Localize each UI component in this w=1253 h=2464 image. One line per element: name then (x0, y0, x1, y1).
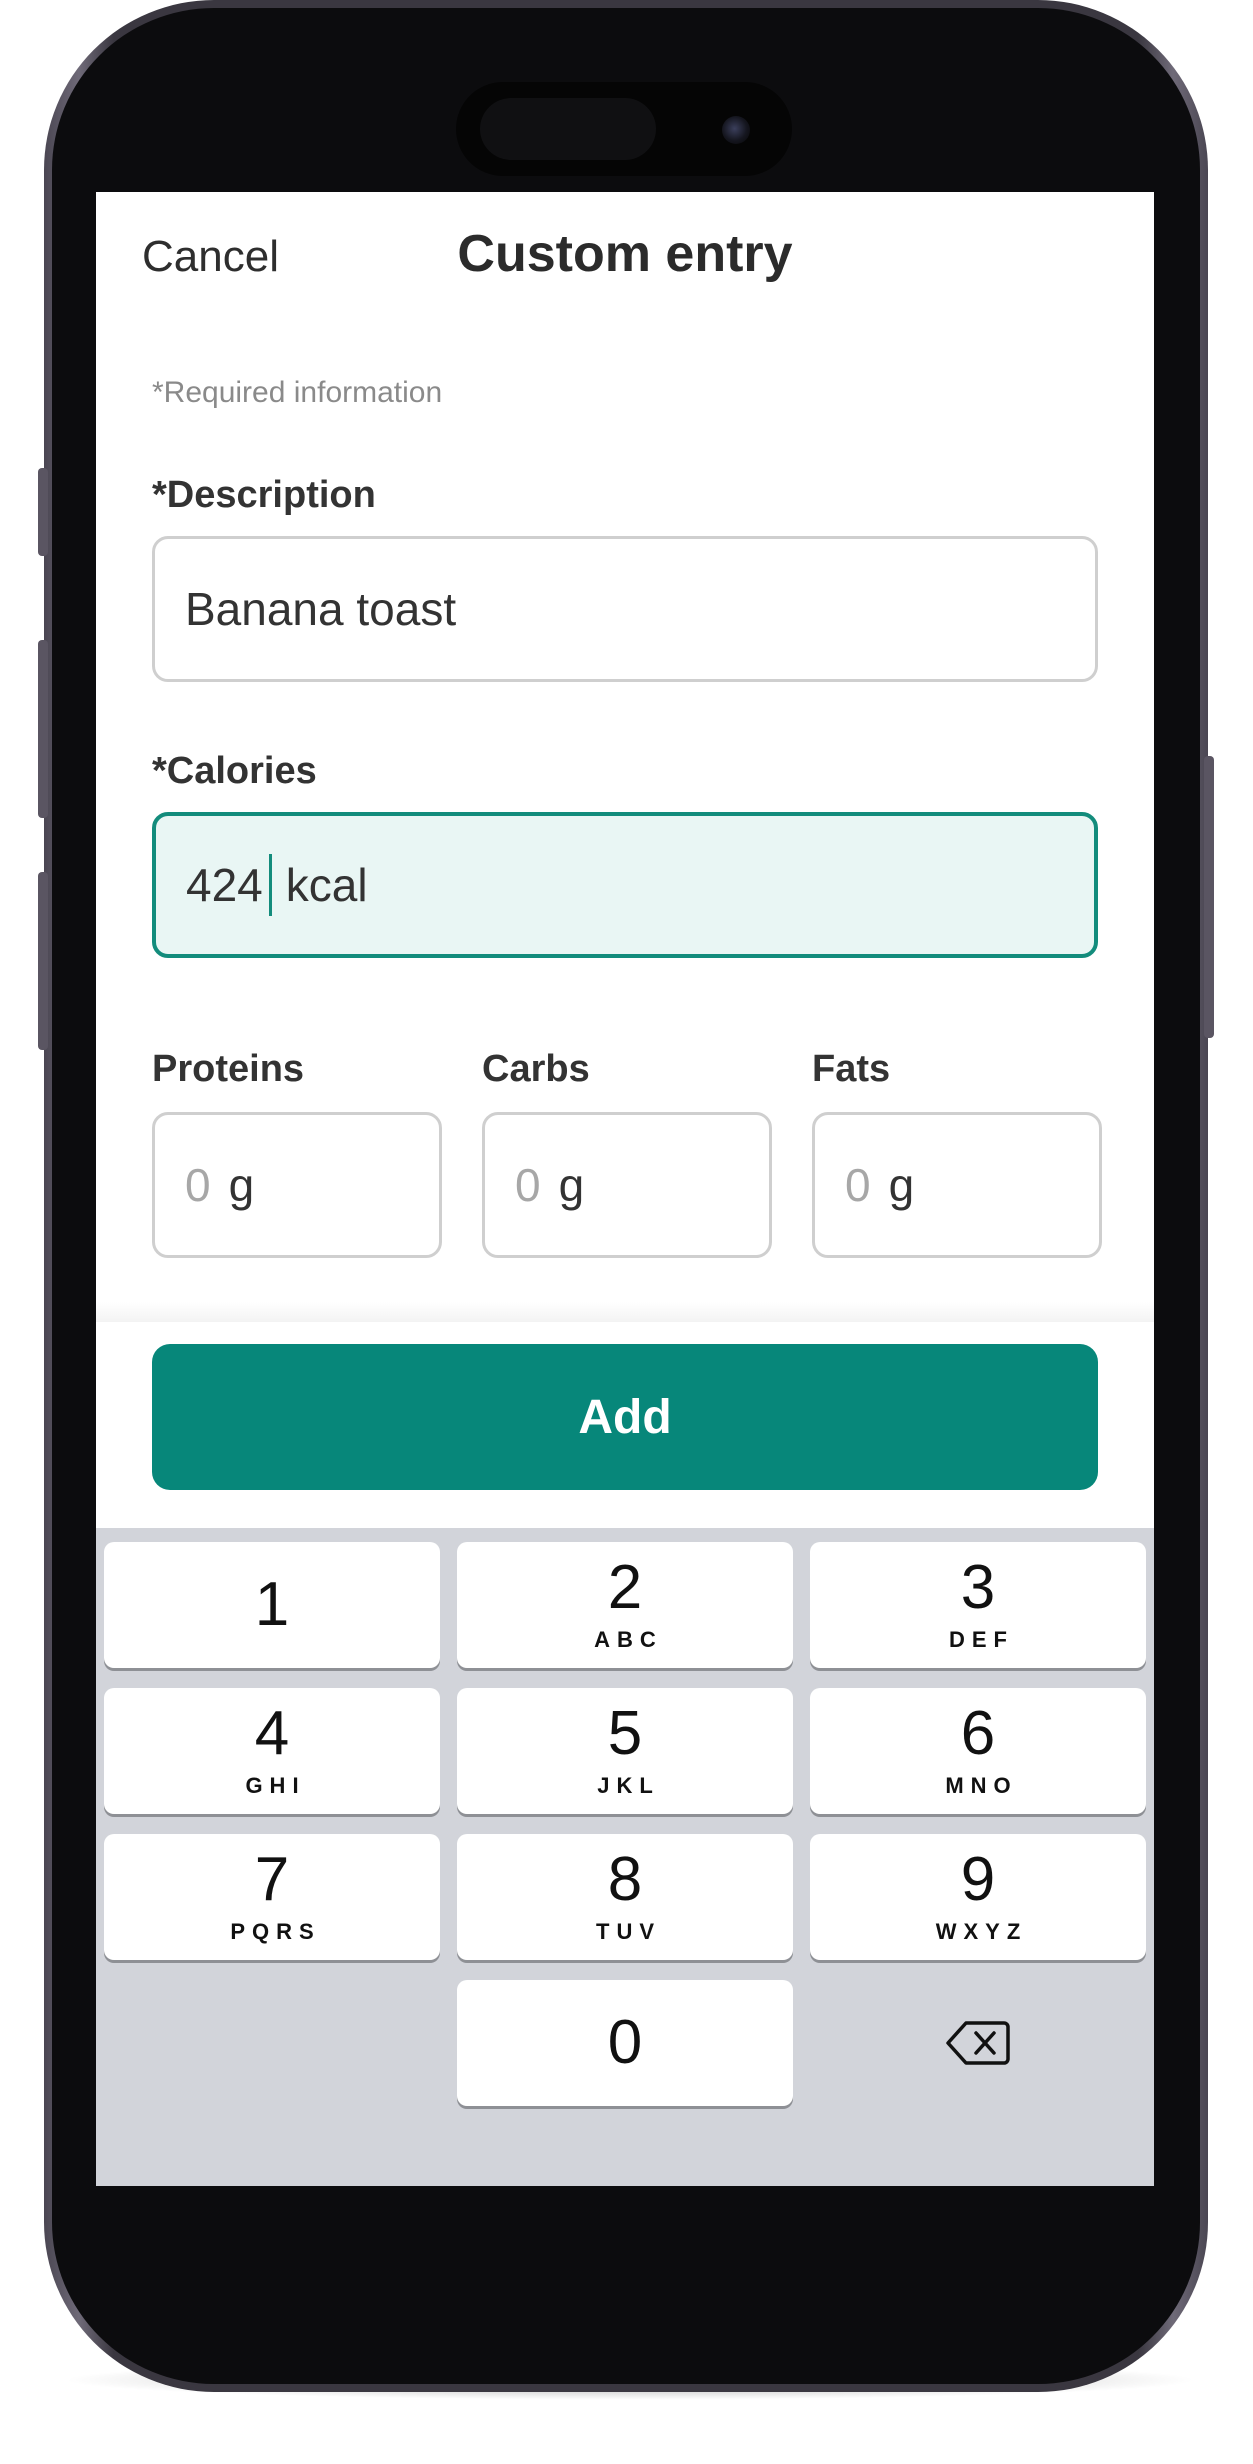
key-3[interactable]: 3 DEF (810, 1542, 1146, 1668)
key-4-letters: GHI (245, 1773, 306, 1798)
fats-field[interactable]: 0 g (812, 1112, 1102, 1258)
volume-down-button (38, 872, 48, 1050)
proteins-placeholder: 0 (185, 1159, 211, 1211)
key-7[interactable]: 7 PQRS (104, 1834, 440, 1960)
description-value: Banana toast (185, 583, 457, 635)
fats-label: Fats (812, 1048, 891, 1090)
fats-placeholder: 0 (845, 1159, 871, 1211)
key-9[interactable]: 9 WXYZ (810, 1834, 1146, 1960)
key-3-digit: 3 (960, 1553, 996, 1622)
key-1[interactable]: 1 (104, 1542, 440, 1668)
scroll-fade (96, 1302, 1154, 1322)
calories-unit: kcal (285, 859, 368, 911)
description-field[interactable]: Banana toast (152, 536, 1098, 682)
page-title: Custom entry (457, 225, 793, 283)
key-0-digit: 0 (607, 2008, 643, 2077)
carbs-placeholder: 0 (515, 1159, 541, 1211)
required-note: *Required information (152, 376, 443, 409)
nav-header: Cancel Custom entry (96, 192, 1154, 322)
action-button (38, 468, 48, 556)
proteins-label: Proteins (152, 1048, 305, 1090)
key-8-letters: TUV (596, 1919, 661, 1944)
proteins-field[interactable]: 0 g (152, 1112, 442, 1258)
key-3-letters: DEF (949, 1627, 1014, 1652)
key-2-digit: 2 (607, 1553, 643, 1622)
calories-label: *Calories (152, 750, 317, 792)
key-2[interactable]: 2 ABC (457, 1542, 793, 1668)
key-6[interactable]: 6 MNO (810, 1688, 1146, 1814)
key-6-digit: 6 (960, 1699, 996, 1768)
key-6-letters: MNO (945, 1773, 1018, 1798)
power-button (1204, 756, 1214, 1038)
text-caret (268, 854, 272, 916)
key-7-letters: PQRS (230, 1919, 321, 1944)
volume-up-button (38, 640, 48, 818)
key-5-letters: JKL (597, 1773, 660, 1798)
front-camera (722, 116, 750, 144)
key-5[interactable]: 5 JKL (457, 1688, 793, 1814)
dynamic-island-sensor (480, 98, 656, 160)
numeric-keypad: 1 2 ABC 3 DEF 4 GHI 5 JKL 6 MNO 7 PQRS 8… (96, 1528, 1154, 2186)
key-9-letters: WXYZ (935, 1919, 1028, 1944)
carbs-label: Carbs (482, 1048, 590, 1090)
description-label: *Description (152, 474, 376, 516)
key-4-digit: 4 (254, 1699, 290, 1768)
key-5-digit: 5 (607, 1699, 643, 1768)
backspace-icon (946, 2021, 1010, 2065)
add-button[interactable]: Add (152, 1344, 1098, 1490)
carbs-field[interactable]: 0 g (482, 1112, 772, 1258)
key-8-digit: 8 (607, 1845, 643, 1914)
backspace-key[interactable] (810, 1980, 1146, 2106)
carbs-unit: g (558, 1159, 585, 1211)
proteins-unit: g (228, 1159, 255, 1211)
key-2-letters: ABC (594, 1627, 663, 1652)
calories-field[interactable]: 424 kcal (152, 812, 1098, 958)
calories-value: 424 (186, 859, 263, 911)
app-screen: Cancel Custom entry *Required informatio… (96, 192, 1154, 2186)
key-0[interactable]: 0 (457, 1980, 793, 2106)
key-9-digit: 9 (960, 1845, 996, 1914)
key-8[interactable]: 8 TUV (457, 1834, 793, 1960)
fats-unit: g (888, 1159, 915, 1211)
key-4[interactable]: 4 GHI (104, 1688, 440, 1814)
key-1-digit: 1 (254, 1570, 290, 1639)
key-7-digit: 7 (254, 1845, 290, 1914)
